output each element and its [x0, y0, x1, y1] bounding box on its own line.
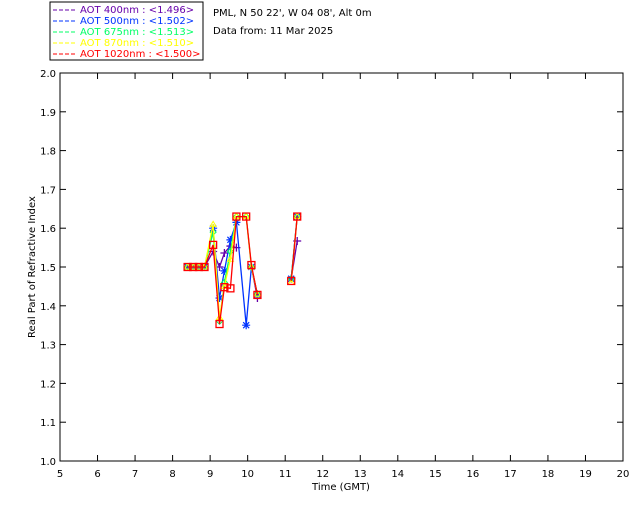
- data-point: [242, 321, 251, 330]
- series: [183, 212, 302, 329]
- y-tick-label: 1.9: [40, 108, 56, 119]
- x-tick-label: 8: [169, 469, 175, 480]
- x-tick-label: 14: [391, 469, 404, 480]
- site-info: PML, N 50 22', W 04 08', Alt 0m: [213, 8, 372, 19]
- x-tick-label: 17: [504, 469, 517, 480]
- x-tick-label: 15: [429, 469, 442, 480]
- x-tick-label: 19: [579, 469, 592, 480]
- axes: 5 6 7 8 9 10 11 12 13 14 15 16 17 18 19 20 1.0 1.1 1.2 1.3 1…: [40, 69, 629, 480]
- y-tick-label: 1.4: [40, 302, 56, 313]
- y-tick-label: 1.3: [40, 341, 56, 352]
- x-tick-label: 18: [542, 469, 555, 480]
- x-tick-label: 9: [207, 469, 213, 480]
- series-group: [183, 212, 302, 330]
- y-axis-label: Real Part of Refractive Index: [27, 196, 38, 338]
- plot-area: [59, 72, 624, 462]
- y-tick-label: 1.6: [40, 224, 56, 235]
- x-tick-label: 11: [279, 469, 292, 480]
- x-tick-label: 16: [466, 469, 479, 480]
- legend-entry: AOT 675nm : <1.513>: [80, 27, 194, 38]
- y-tick-label: 1.1: [40, 418, 56, 429]
- legend-entry: AOT 870nm : <1.510>: [80, 38, 194, 49]
- x-tick-label: 7: [132, 469, 138, 480]
- y-tick-label: 1.7: [40, 185, 56, 196]
- y-tick-label: 1.0: [40, 457, 56, 468]
- x-tick-label: 6: [94, 469, 100, 480]
- y-tick-label: 1.5: [40, 263, 56, 274]
- legend-entry: AOT 500nm : <1.502>: [80, 16, 194, 27]
- y-tick-label: 1.2: [40, 379, 56, 390]
- y-tick-label: 1.8: [40, 147, 56, 158]
- x-tick-label: 20: [617, 469, 630, 480]
- y-tick-label: 2.0: [40, 69, 56, 80]
- x-tick-label: 10: [241, 469, 254, 480]
- date-info: Data from: 11 Mar 2025: [213, 26, 333, 37]
- legend-entry: AOT 1020nm : <1.500>: [80, 49, 200, 60]
- x-tick-label: 12: [316, 469, 329, 480]
- x-tick-label: 13: [354, 469, 367, 480]
- x-tick-label: 5: [57, 469, 63, 480]
- chart: AOT 400nm : <1.496>AOT 500nm : <1.502>AO…: [27, 1, 629, 493]
- legend-entry: AOT 400nm : <1.496>: [80, 5, 194, 16]
- x-axis-label: Time (GMT): [311, 482, 370, 493]
